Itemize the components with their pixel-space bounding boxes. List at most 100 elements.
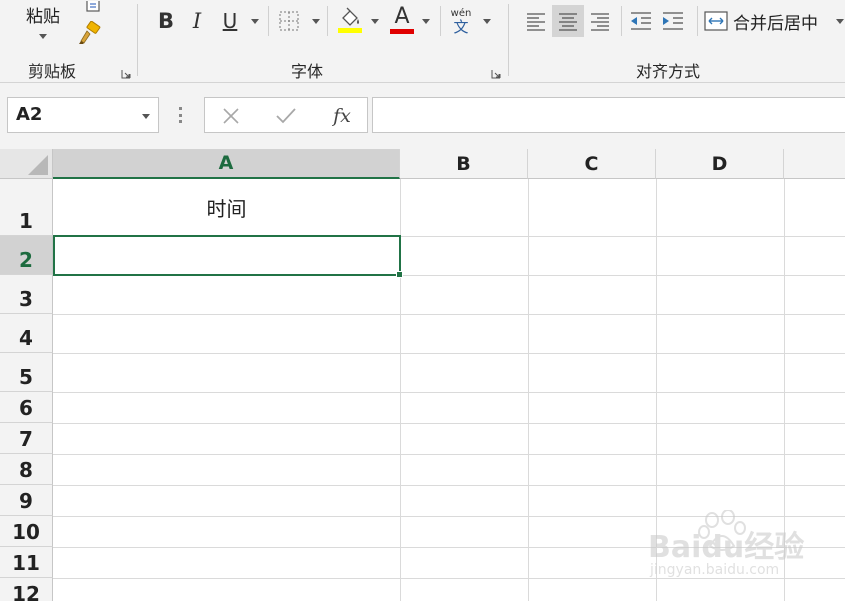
align-center-icon — [559, 13, 577, 31]
row-header-6[interactable]: 6 — [0, 392, 53, 423]
group-separator — [508, 4, 509, 76]
name-box[interactable]: A2 — [7, 97, 159, 133]
fill-handle[interactable] — [396, 271, 403, 278]
active-cell-a2[interactable] — [53, 235, 401, 276]
row-header-7[interactable]: 7 — [0, 423, 53, 454]
merge-dropdown-arrow[interactable] — [836, 19, 844, 24]
excel-window: 粘贴 剪贴板 B I U A wén 文 字体 合并后居中 对齐方式 A2 fx… — [0, 0, 845, 601]
formula-bar-grip[interactable] — [179, 107, 182, 123]
row-header-2[interactable]: 2 — [0, 236, 53, 275]
border-button[interactable] — [276, 8, 302, 34]
toolbar-separator — [268, 6, 269, 36]
formula-buttons: fx — [204, 97, 368, 133]
gridline — [53, 423, 845, 424]
fill-bucket-icon — [338, 7, 362, 33]
gridline — [53, 314, 845, 315]
italic-button[interactable]: I — [185, 8, 209, 34]
align-right-button[interactable] — [584, 5, 616, 37]
decrease-indent-icon — [631, 12, 651, 30]
column-header-c[interactable]: C — [528, 149, 656, 179]
toolbar-separator — [697, 6, 698, 36]
watermark-sub-text: jingyan.baidu.com — [650, 562, 780, 578]
column-header-d[interactable]: D — [656, 149, 784, 179]
underline-button[interactable]: U — [216, 8, 244, 34]
ribbon: 粘贴 剪贴板 B I U A wén 文 字体 合并后居中 对齐方式 — [0, 0, 845, 83]
gridline — [53, 485, 845, 486]
italic-label: I — [192, 9, 202, 33]
fx-label: fx — [333, 105, 351, 127]
phonetic-button[interactable]: wén 文 — [446, 6, 476, 36]
paste-dropdown-arrow — [39, 34, 47, 39]
toolbar-separator — [440, 6, 441, 36]
row-header-9[interactable]: 9 — [0, 485, 53, 516]
toolbar-separator — [327, 6, 328, 36]
formula-input[interactable] — [372, 97, 845, 133]
row-header-12[interactable]: 12 — [0, 578, 53, 601]
gridline — [528, 179, 529, 601]
row-header-8[interactable]: 8 — [0, 454, 53, 485]
copy-icon — [86, 1, 100, 12]
paste-button[interactable]: 粘贴 — [14, 0, 72, 50]
font-group-label: 字体 — [291, 62, 324, 81]
align-left-icon — [527, 13, 545, 31]
fill-color-button[interactable] — [336, 6, 364, 34]
insert-function-button[interactable]: fx — [327, 102, 357, 130]
phonetic-top-label: wén — [450, 7, 472, 19]
close-icon — [223, 108, 239, 124]
spreadsheet-grid: A B C D E 1 2 3 4 5 6 7 8 9 10 11 12 时间 — [0, 149, 845, 601]
font-color-label: A — [394, 4, 410, 29]
bold-button[interactable]: B — [154, 8, 178, 34]
select-all-button[interactable] — [0, 149, 53, 179]
cancel-button[interactable] — [219, 104, 243, 128]
row-header-11[interactable]: 11 — [0, 547, 53, 578]
copy-button[interactable] — [80, 0, 106, 14]
format-painter-button[interactable] — [76, 20, 104, 46]
watermark-main-text: Baidu经验 — [648, 530, 805, 565]
decrease-indent-button[interactable] — [626, 5, 656, 37]
checkmark-icon — [276, 108, 296, 124]
phonetic-dropdown-arrow[interactable] — [483, 19, 491, 24]
underline-dropdown-arrow[interactable] — [251, 19, 259, 24]
bold-label: B — [157, 9, 174, 33]
align-left-button[interactable] — [520, 5, 552, 37]
name-box-dropdown-arrow[interactable] — [142, 114, 150, 119]
merge-center-button[interactable]: 合并后居中 — [703, 5, 829, 37]
formula-bar: A2 fx — [0, 83, 845, 149]
gridline — [53, 353, 845, 354]
increase-indent-button[interactable] — [658, 5, 688, 37]
font-launcher-button[interactable] — [491, 64, 501, 79]
increase-indent-icon — [663, 12, 683, 30]
column-header-a[interactable]: A — [53, 149, 400, 179]
font-color-button[interactable]: A — [388, 6, 416, 34]
border-dropdown-arrow[interactable] — [312, 19, 320, 24]
merge-center-icon — [704, 11, 728, 31]
alignment-group-label: 对齐方式 — [636, 62, 701, 81]
row-header-10[interactable]: 10 — [0, 516, 53, 547]
toolbar-separator — [621, 6, 622, 36]
row-header-4[interactable]: 4 — [0, 314, 53, 353]
row-header-1[interactable]: 1 — [0, 179, 53, 236]
format-painter-icon — [79, 21, 101, 44]
clipboard-group-label: 剪贴板 — [28, 62, 77, 81]
cell-a1[interactable]: 时间 — [53, 179, 400, 236]
row-header-5[interactable]: 5 — [0, 353, 53, 392]
dialog-launcher-icon — [491, 70, 501, 79]
enter-button[interactable] — [273, 104, 299, 128]
group-separator — [137, 4, 138, 76]
column-header-e[interactable]: E — [784, 149, 845, 179]
dialog-launcher-icon — [121, 70, 131, 79]
fill-color-dropdown-arrow[interactable] — [371, 19, 379, 24]
paste-label: 粘贴 — [26, 7, 60, 27]
baidu-watermark: Baidu经验 jingyan.baidu.com — [646, 510, 842, 584]
clipboard-launcher-button[interactable] — [121, 64, 131, 79]
column-header-b[interactable]: B — [400, 149, 528, 179]
align-center-button[interactable] — [552, 5, 584, 37]
row-header-3[interactable]: 3 — [0, 275, 53, 314]
merge-center-label: 合并后居中 — [733, 13, 818, 34]
align-right-icon — [591, 13, 609, 31]
gridline — [53, 392, 845, 393]
name-box-value: A2 — [16, 104, 43, 125]
phonetic-bottom-label: 文 — [453, 17, 469, 36]
font-color-dropdown-arrow[interactable] — [422, 19, 430, 24]
font-color-swatch — [390, 29, 414, 34]
